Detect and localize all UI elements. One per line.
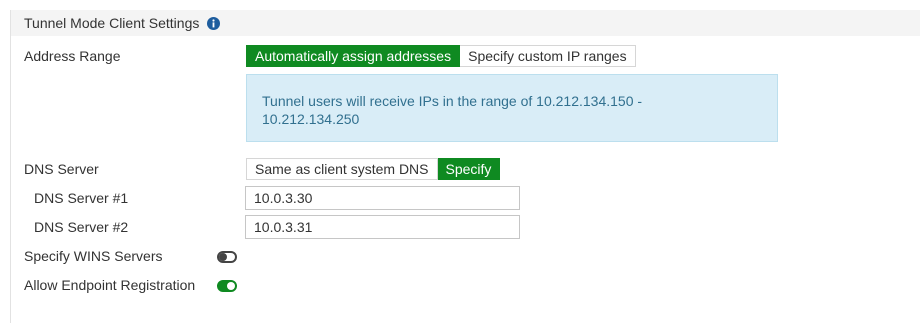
wins-servers-label: Specify WINS Servers (24, 248, 163, 264)
dns-server-1-label: DNS Server #1 (34, 190, 129, 206)
endpoint-registration-label: Allow Endpoint Registration (24, 277, 196, 293)
wins-servers-toggle[interactable] (217, 251, 237, 263)
dns-server-2-label: DNS Server #2 (34, 219, 129, 235)
info-icon[interactable] (207, 16, 221, 30)
toggle-knob (227, 282, 235, 290)
settings-panel: Tunnel Mode Client Settings Address Rang… (10, 10, 920, 323)
address-range-label: Address Range (24, 48, 121, 64)
address-range-toggle: Automatically assign addresses Specify c… (246, 45, 636, 67)
section-header: Tunnel Mode Client Settings (11, 10, 920, 36)
section-title: Tunnel Mode Client Settings (24, 15, 200, 31)
custom-ip-ranges-button[interactable]: Specify custom IP ranges (460, 45, 636, 67)
endpoint-registration-toggle[interactable] (217, 280, 237, 292)
ip-range-info-line2: 10.212.134.250 (262, 111, 360, 127)
specify-dns-button[interactable]: Specify (437, 158, 501, 180)
dns-server-label: DNS Server (24, 161, 99, 177)
auto-assign-addresses-button[interactable]: Automatically assign addresses (246, 45, 461, 67)
ip-range-info-line1: Tunnel users will receive IPs in the ran… (262, 93, 643, 109)
dns-server-toggle: Same as client system DNS Specify (246, 158, 501, 180)
dns-server-1-input[interactable] (245, 186, 520, 210)
dns-server-2-input[interactable] (245, 215, 520, 239)
same-as-client-dns-button[interactable]: Same as client system DNS (246, 158, 438, 180)
toggle-knob (219, 253, 227, 261)
ip-range-info-box: Tunnel users will receive IPs in the ran… (246, 74, 778, 142)
